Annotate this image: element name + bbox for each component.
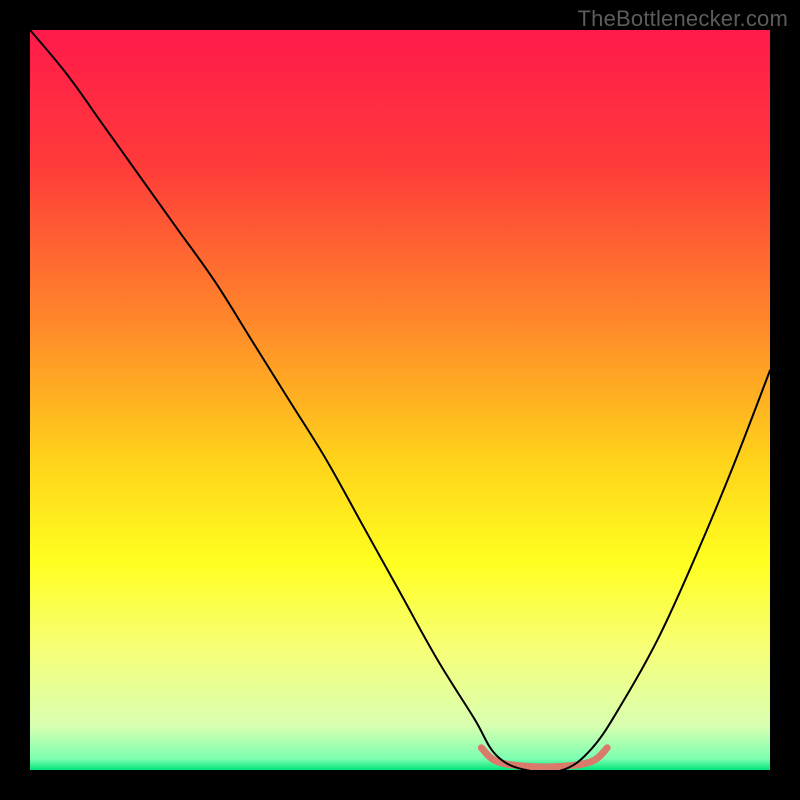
sweet-spot-highlight (481, 748, 607, 767)
bottleneck-curve (30, 30, 770, 770)
chart-frame: TheBottlenecker.com (0, 0, 800, 800)
curve-layer (30, 30, 770, 770)
watermark-text: TheBottlenecker.com (578, 6, 788, 32)
plot-area (30, 30, 770, 770)
